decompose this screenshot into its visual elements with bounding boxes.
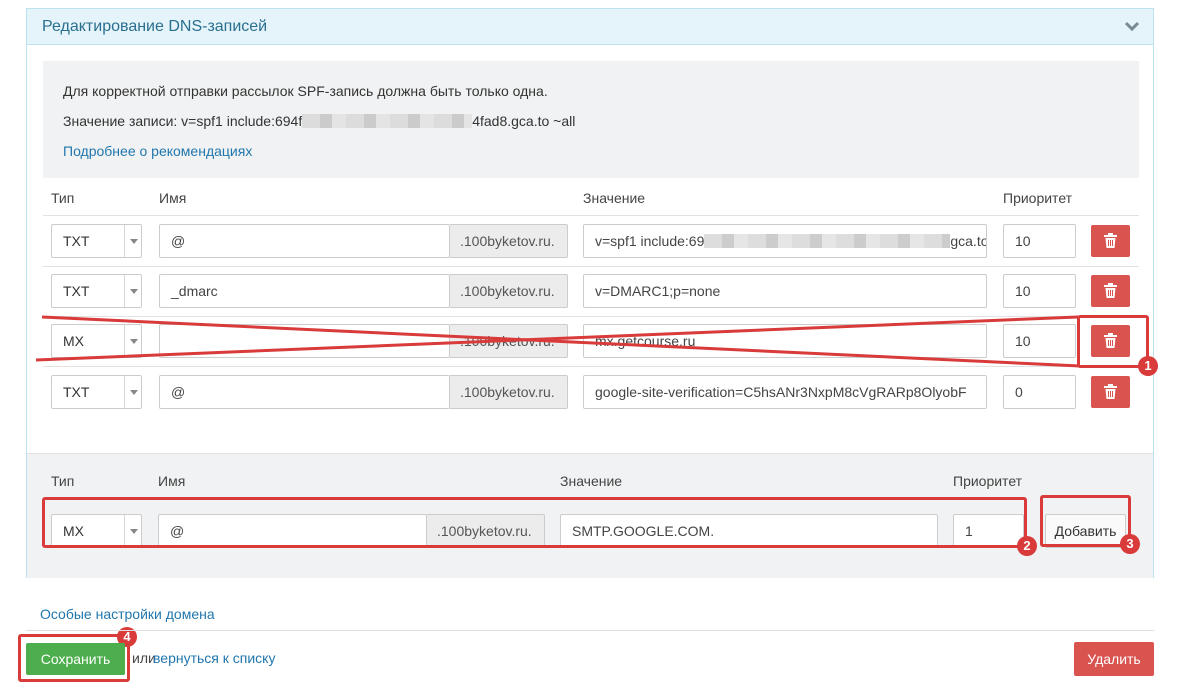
col-name: Имя bbox=[159, 190, 187, 206]
annotation-box-1 bbox=[1077, 315, 1149, 368]
record-name-input[interactable] bbox=[159, 324, 450, 358]
spf-value-suffix: 4fad8.gca.to ~all bbox=[472, 113, 576, 129]
row-divider bbox=[43, 316, 1139, 317]
input-value: v=DMARC1;p=none bbox=[595, 283, 721, 299]
record-name-input[interactable]: @ bbox=[159, 224, 450, 258]
record-type-select[interactable]: TXT bbox=[51, 224, 142, 258]
spf-warning-text: Для корректной отправки рассылок SPF-зап… bbox=[63, 83, 548, 99]
delete-record-button[interactable] bbox=[1091, 275, 1130, 307]
chevron-down-icon[interactable] bbox=[1125, 19, 1139, 33]
input-value: 10 bbox=[1015, 333, 1031, 349]
domain-suffix-text: .100byketov.ru. bbox=[460, 333, 555, 349]
recommendations-link[interactable]: Подробнее о рекомендациях bbox=[63, 143, 252, 159]
annotation-box-3 bbox=[1040, 495, 1131, 547]
input-value: google-site-verification=C5hsANr3NxpM8cV… bbox=[595, 384, 967, 400]
input-value: @ bbox=[171, 384, 186, 400]
delete-domain-button[interactable]: Удалить bbox=[1074, 642, 1154, 676]
value-prefix: v=spf1 include:69 bbox=[595, 233, 705, 249]
select-value: TXT bbox=[63, 283, 90, 299]
spf-value-prefix: Значение записи: v=spf1 include:694f bbox=[63, 113, 303, 129]
priority-input[interactable]: 0 bbox=[1003, 375, 1076, 409]
caret-down-icon bbox=[124, 376, 141, 408]
input-value: 10 bbox=[1015, 283, 1031, 299]
caret-down-icon bbox=[124, 225, 141, 257]
input-value: 0 bbox=[1015, 384, 1023, 400]
domain-suffix: .100byketov.ru. bbox=[450, 274, 568, 308]
col-type: Тип bbox=[51, 190, 75, 206]
footer-divider bbox=[26, 630, 1154, 631]
row-divider bbox=[43, 366, 1139, 367]
record-name-input[interactable]: @ bbox=[159, 375, 450, 409]
select-value: TXT bbox=[63, 233, 90, 249]
domain-suffix-text: .100byketov.ru. bbox=[460, 233, 555, 249]
back-to-list-link[interactable]: вернуться к списку bbox=[153, 650, 275, 666]
record-value-input[interactable]: mx.getcourse.ru bbox=[583, 324, 987, 358]
annotation-badge-2: 2 bbox=[1017, 536, 1037, 556]
input-value: @ bbox=[171, 233, 186, 249]
priority-input[interactable]: 10 bbox=[1003, 274, 1076, 308]
add-col-type: Тип bbox=[51, 473, 75, 489]
priority-input[interactable]: 10 bbox=[1003, 224, 1076, 258]
panel-header[interactable]: Редактирование DNS-записей bbox=[27, 9, 1153, 45]
add-col-name: Имя bbox=[158, 473, 186, 489]
header-divider bbox=[43, 215, 1139, 216]
input-value: v=spf1 include:69 gca.to bbox=[595, 233, 987, 249]
dns-panel: Редактирование DNS-записей Для корректно… bbox=[26, 8, 1154, 578]
delete-record-button[interactable] bbox=[1091, 376, 1130, 408]
select-value: MX bbox=[63, 333, 84, 349]
row-divider bbox=[43, 266, 1139, 267]
input-value: 10 bbox=[1015, 233, 1031, 249]
caret-down-icon bbox=[124, 275, 141, 307]
domain-suffix: .100byketov.ru. bbox=[450, 324, 568, 358]
value-suffix: gca.to bbox=[950, 233, 987, 249]
input-value: mx.getcourse.ru bbox=[595, 333, 696, 349]
annotation-badge-1: 1 bbox=[1138, 356, 1158, 376]
select-value: TXT bbox=[63, 384, 90, 400]
spf-value-text: Значение записи: v=spf1 include:694f 4fad… bbox=[63, 113, 575, 129]
trash-icon bbox=[1104, 384, 1117, 399]
domain-suffix-text: .100byketov.ru. bbox=[460, 283, 555, 299]
domain-suffix: .100byketov.ru. bbox=[450, 224, 568, 258]
redacted-blur bbox=[704, 233, 951, 248]
trash-icon bbox=[1104, 233, 1117, 248]
add-col-value: Значение bbox=[560, 473, 623, 489]
panel-title: Редактирование DNS-записей bbox=[42, 18, 268, 35]
record-type-select[interactable]: TXT bbox=[51, 375, 142, 409]
record-type-select[interactable]: TXT bbox=[51, 274, 142, 308]
domain-suffix-text: .100byketov.ru. bbox=[460, 384, 555, 400]
col-value: Значение bbox=[583, 190, 646, 206]
input-value: _dmarc bbox=[171, 283, 218, 299]
priority-input[interactable]: 10 bbox=[1003, 324, 1076, 358]
col-priority: Приоритет bbox=[1003, 190, 1073, 206]
redacted-blur bbox=[302, 113, 473, 128]
record-value-input[interactable]: google-site-verification=C5hsANr3NxpM8cV… bbox=[583, 375, 987, 409]
add-col-priority: Приоритет bbox=[953, 473, 1023, 489]
save-button[interactable]: Сохранить bbox=[26, 643, 125, 675]
record-value-input[interactable]: v=spf1 include:69 gca.to bbox=[583, 224, 987, 258]
delete-record-button[interactable] bbox=[1091, 225, 1130, 257]
annotation-badge-3: 3 bbox=[1120, 534, 1140, 554]
caret-down-icon bbox=[124, 325, 141, 357]
domain-suffix: .100byketov.ru. bbox=[450, 375, 568, 409]
record-name-input[interactable]: _dmarc bbox=[159, 274, 450, 308]
spf-info-box: Для корректной отправки рассылок SPF-зап… bbox=[43, 61, 1139, 178]
record-type-select[interactable]: MX bbox=[51, 324, 142, 358]
domain-settings-link[interactable]: Особые настройки домена bbox=[40, 606, 215, 622]
annotation-box-2 bbox=[42, 497, 1027, 548]
record-value-input[interactable]: v=DMARC1;p=none bbox=[583, 274, 987, 308]
trash-icon bbox=[1104, 283, 1117, 298]
